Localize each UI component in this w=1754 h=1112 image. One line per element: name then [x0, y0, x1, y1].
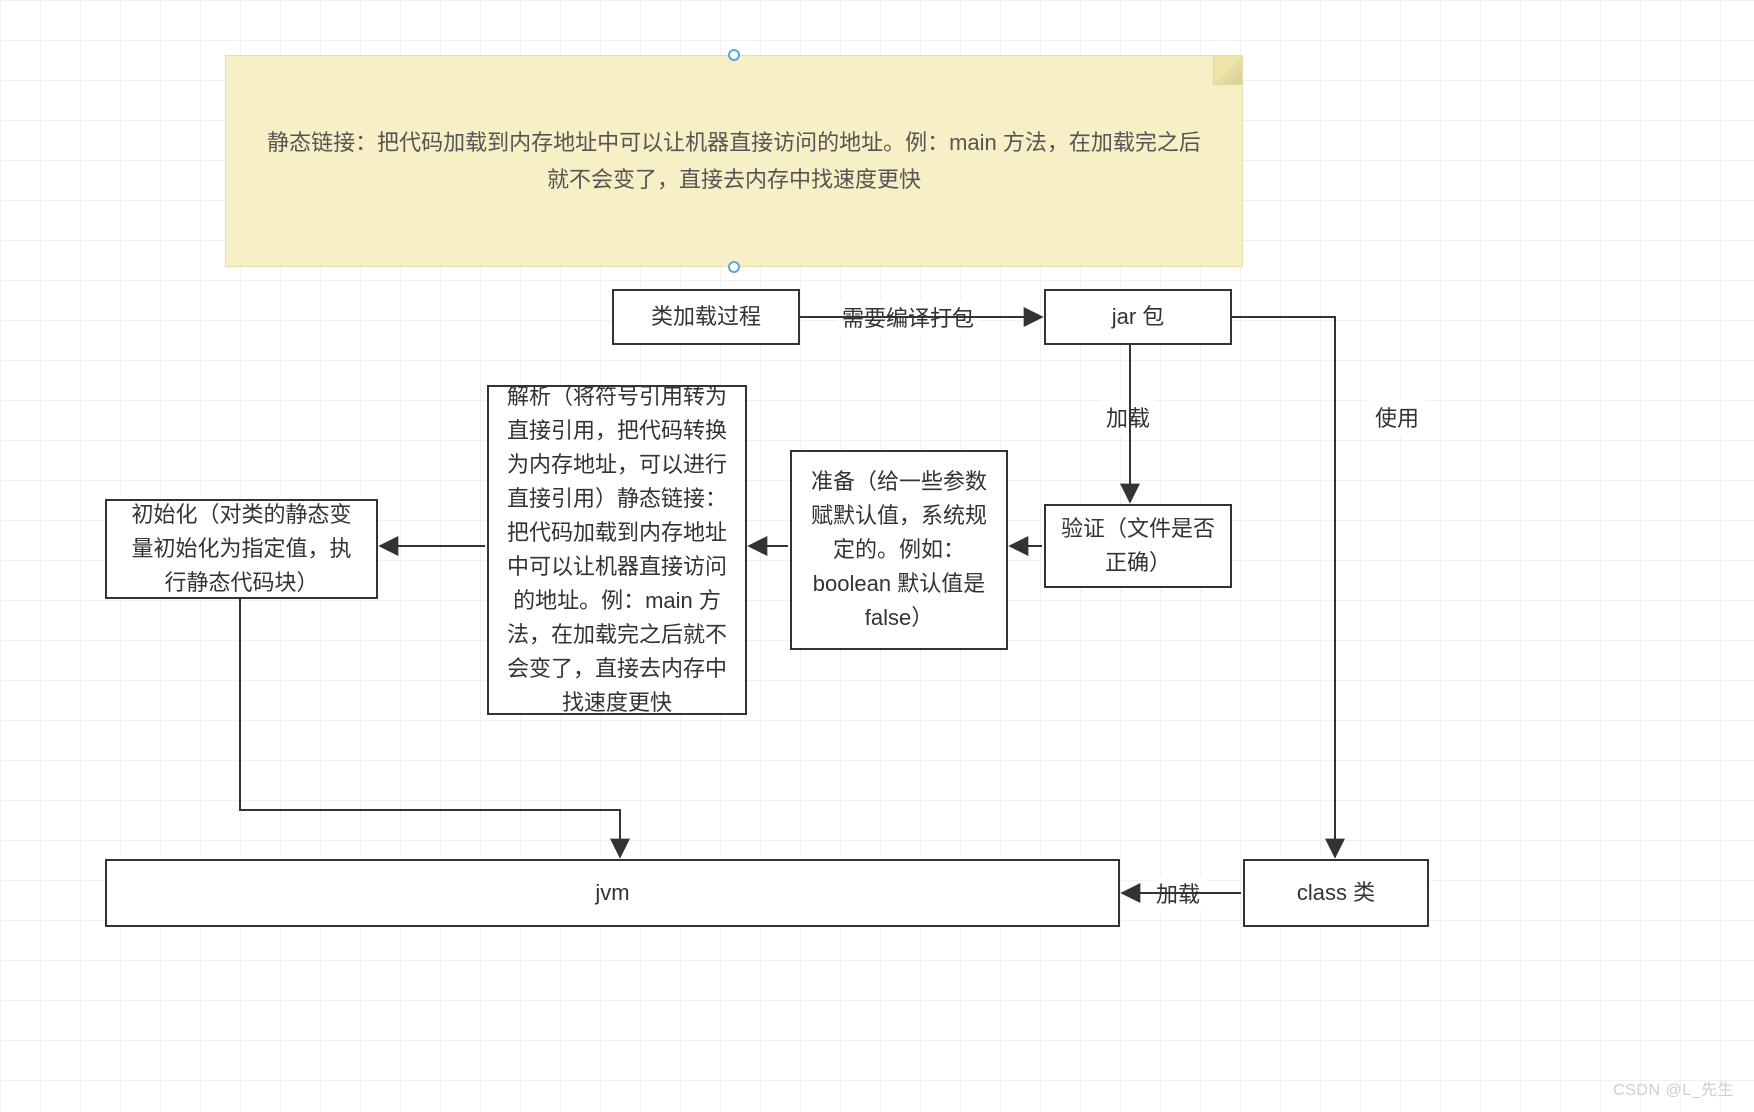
node-label: 准备（给一些参数赋默认值，系统规定的。例如：boolean 默认值是 false…: [806, 465, 992, 635]
edge-label-load1: 加载: [1100, 399, 1156, 435]
node-class[interactable]: class 类: [1243, 859, 1429, 927]
node-label: jvm: [595, 876, 629, 910]
node-jvm[interactable]: jvm: [105, 859, 1120, 927]
sticky-note[interactable]: 静态链接：把代码加载到内存地址中可以让机器直接访问的地址。例：main 方法，在…: [225, 55, 1243, 267]
watermark: CSDN @L_先生: [1613, 1076, 1734, 1100]
node-verify[interactable]: 验证（文件是否正确）: [1044, 504, 1232, 588]
node-label: 初始化（对类的静态变量初始化为指定值，执行静态代码块）: [121, 498, 362, 600]
node-label: 解析（将符号引用转为直接引用，把代码转换为内存地址，可以进行直接引用）静态链接：…: [503, 380, 731, 721]
note-text: 静态链接：把代码加载到内存地址中可以让机器直接访问的地址。例：main 方法，在…: [266, 124, 1202, 199]
edge-label-load2: 加载: [1150, 875, 1206, 911]
node-prepare[interactable]: 准备（给一些参数赋默认值，系统规定的。例如：boolean 默认值是 false…: [790, 450, 1008, 650]
edge-label-use: 使用: [1369, 399, 1425, 435]
selection-handle-bottom[interactable]: [728, 261, 740, 273]
node-jar[interactable]: jar 包: [1044, 289, 1232, 345]
selection-handle-top[interactable]: [728, 49, 740, 61]
node-label: class 类: [1297, 876, 1375, 910]
node-label: jar 包: [1112, 300, 1165, 334]
node-label: 验证（文件是否正确）: [1060, 512, 1216, 580]
node-resolve[interactable]: 解析（将符号引用转为直接引用，把代码转换为内存地址，可以进行直接引用）静态链接：…: [487, 385, 747, 715]
edge-label-compile: 需要编译打包: [836, 299, 980, 335]
node-class-loading[interactable]: 类加载过程: [612, 289, 800, 345]
node-label: 类加载过程: [651, 300, 761, 334]
node-init[interactable]: 初始化（对类的静态变量初始化为指定值，执行静态代码块）: [105, 499, 378, 599]
